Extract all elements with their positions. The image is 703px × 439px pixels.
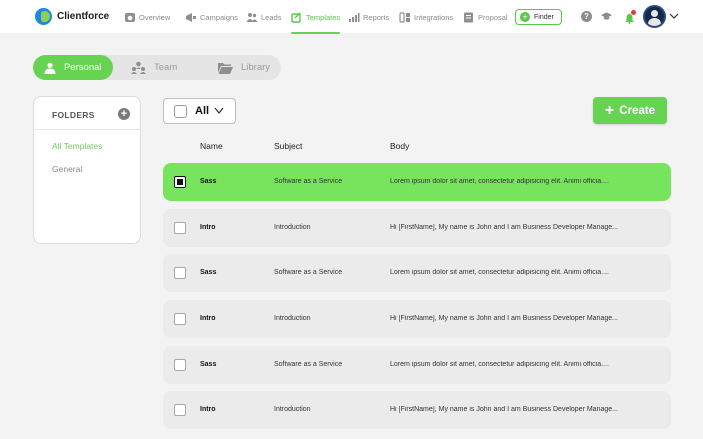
top-navigation-bar: Clientforce Overview Campaigns Leads Tem… bbox=[0, 0, 703, 34]
row-subject: Introduction bbox=[274, 224, 311, 231]
row-name: Sass bbox=[200, 269, 217, 276]
megaphone-icon bbox=[186, 12, 196, 22]
chevron-down-icon bbox=[214, 107, 224, 114]
tab-personal-label: Personal bbox=[64, 62, 102, 73]
column-header-name[interactable]: Name bbox=[200, 141, 223, 151]
row-subject: Software as a Service bbox=[274, 178, 343, 185]
folder-all-templates[interactable]: All Templates bbox=[52, 141, 102, 151]
row-body: Hi [FirstName], My name is John and I am… bbox=[390, 315, 618, 322]
nav-campaigns[interactable]: Campaigns bbox=[185, 8, 238, 26]
row-name: Intro bbox=[200, 406, 216, 413]
graduation-cap-icon[interactable] bbox=[601, 11, 612, 22]
app-logo[interactable]: Clientforce bbox=[35, 8, 109, 25]
template-row[interactable]: Intro Introduction Hi [FirstName], My na… bbox=[163, 300, 671, 338]
integrations-icon bbox=[399, 11, 410, 23]
help-icon[interactable]: ? bbox=[581, 11, 592, 22]
template-row[interactable]: Intro Introduction Hi [FirstName], My na… bbox=[163, 209, 671, 247]
template-scope-tabs: Personal Team Library bbox=[33, 55, 281, 80]
template-row[interactable]: Intro Introduction Hi [FirstName], My na… bbox=[163, 391, 671, 429]
create-button-label: Create bbox=[619, 104, 656, 117]
select-all-label: All bbox=[195, 105, 210, 117]
row-body: Lorem ipsum dolor sit amet, consectetur … bbox=[390, 361, 609, 368]
folders-title: FOLDERS bbox=[52, 110, 95, 120]
plus-circle-icon: + bbox=[520, 12, 530, 22]
template-icon bbox=[291, 12, 301, 23]
row-checkbox[interactable] bbox=[174, 176, 186, 188]
nav-leads[interactable]: Leads bbox=[246, 8, 281, 26]
select-all-dropdown[interactable]: All bbox=[163, 98, 236, 124]
row-subject: Software as a Service bbox=[274, 269, 343, 276]
select-all-checkbox[interactable] bbox=[174, 104, 187, 118]
nav-integrations-label: Integrations bbox=[414, 12, 454, 22]
tab-team-label: Team bbox=[154, 62, 178, 73]
add-folder-icon[interactable]: + bbox=[118, 108, 130, 120]
chevron-down-icon[interactable] bbox=[669, 11, 679, 21]
tab-library[interactable]: Library bbox=[218, 55, 270, 80]
row-checkbox[interactable] bbox=[174, 404, 186, 416]
plus-icon: + bbox=[604, 101, 615, 119]
template-row[interactable]: Sass Software as a Service Lorem ipsum d… bbox=[163, 163, 671, 201]
create-template-button[interactable]: + Create bbox=[593, 97, 667, 124]
folders-panel: FOLDERS + All Templates General bbox=[33, 96, 141, 244]
column-header-subject[interactable]: Subject bbox=[274, 141, 302, 151]
nav-overview-label: Overview bbox=[139, 12, 171, 22]
app-name: Clientforce bbox=[57, 11, 110, 22]
row-checkbox[interactable] bbox=[174, 359, 186, 371]
document-icon bbox=[464, 12, 473, 22]
row-name: Sass bbox=[200, 178, 217, 185]
folder-open-icon bbox=[218, 62, 233, 74]
bar-chart-icon bbox=[349, 12, 360, 22]
row-name: Intro bbox=[200, 224, 216, 231]
notifications-bell-icon[interactable] bbox=[624, 10, 636, 24]
folder-general[interactable]: General bbox=[52, 164, 82, 174]
nav-campaigns-label: Campaigns bbox=[200, 12, 238, 22]
nav-templates[interactable]: Templates bbox=[291, 8, 341, 34]
row-subject: Introduction bbox=[274, 406, 311, 413]
template-row[interactable]: Sass Software as a Service Lorem ipsum d… bbox=[163, 254, 671, 292]
finder-button[interactable]: + Finder bbox=[515, 9, 562, 25]
nav-leads-label: Leads bbox=[261, 12, 282, 22]
column-header-body[interactable]: Body bbox=[390, 141, 409, 151]
tab-team[interactable]: Team bbox=[131, 55, 177, 80]
users-icon bbox=[246, 12, 258, 22]
clientforce-logo-icon bbox=[35, 8, 52, 25]
team-icon bbox=[131, 61, 146, 74]
row-subject: Software as a Service bbox=[274, 361, 343, 368]
row-body: Hi [FirstName], My name is John and I am… bbox=[390, 406, 618, 413]
row-body: Lorem ipsum dolor sit amet, consectetur … bbox=[390, 269, 609, 276]
dashboard-icon bbox=[125, 12, 135, 22]
nav-proposal-label: Proposal bbox=[478, 12, 508, 22]
user-avatar[interactable] bbox=[643, 5, 666, 28]
row-name: Sass bbox=[200, 361, 217, 368]
notification-dot bbox=[631, 10, 636, 15]
row-checkbox[interactable] bbox=[174, 313, 186, 325]
row-subject: Introduction bbox=[274, 315, 311, 322]
person-icon bbox=[44, 62, 56, 74]
row-name: Intro bbox=[200, 315, 216, 322]
tab-library-label: Library bbox=[241, 62, 271, 73]
row-body: Lorem ipsum dolor sit amet, consectetur … bbox=[390, 178, 609, 185]
nav-overview[interactable]: Overview bbox=[124, 8, 170, 26]
nav-templates-label: Templates bbox=[306, 12, 341, 22]
finder-button-label: Finder bbox=[534, 13, 554, 21]
row-checkbox[interactable] bbox=[174, 267, 186, 279]
tab-personal[interactable]: Personal bbox=[33, 55, 113, 80]
nav-reports[interactable]: Reports bbox=[348, 8, 389, 26]
row-checkbox[interactable] bbox=[174, 222, 186, 234]
folders-header: FOLDERS + bbox=[34, 97, 140, 130]
nav-reports-label: Reports bbox=[363, 12, 390, 22]
template-row[interactable]: Sass Software as a Service Lorem ipsum d… bbox=[163, 346, 671, 384]
row-body: Hi [FirstName], My name is John and I am… bbox=[390, 224, 618, 231]
nav-proposal[interactable]: Proposal bbox=[463, 8, 508, 26]
nav-integrations[interactable]: Integrations bbox=[399, 8, 453, 26]
